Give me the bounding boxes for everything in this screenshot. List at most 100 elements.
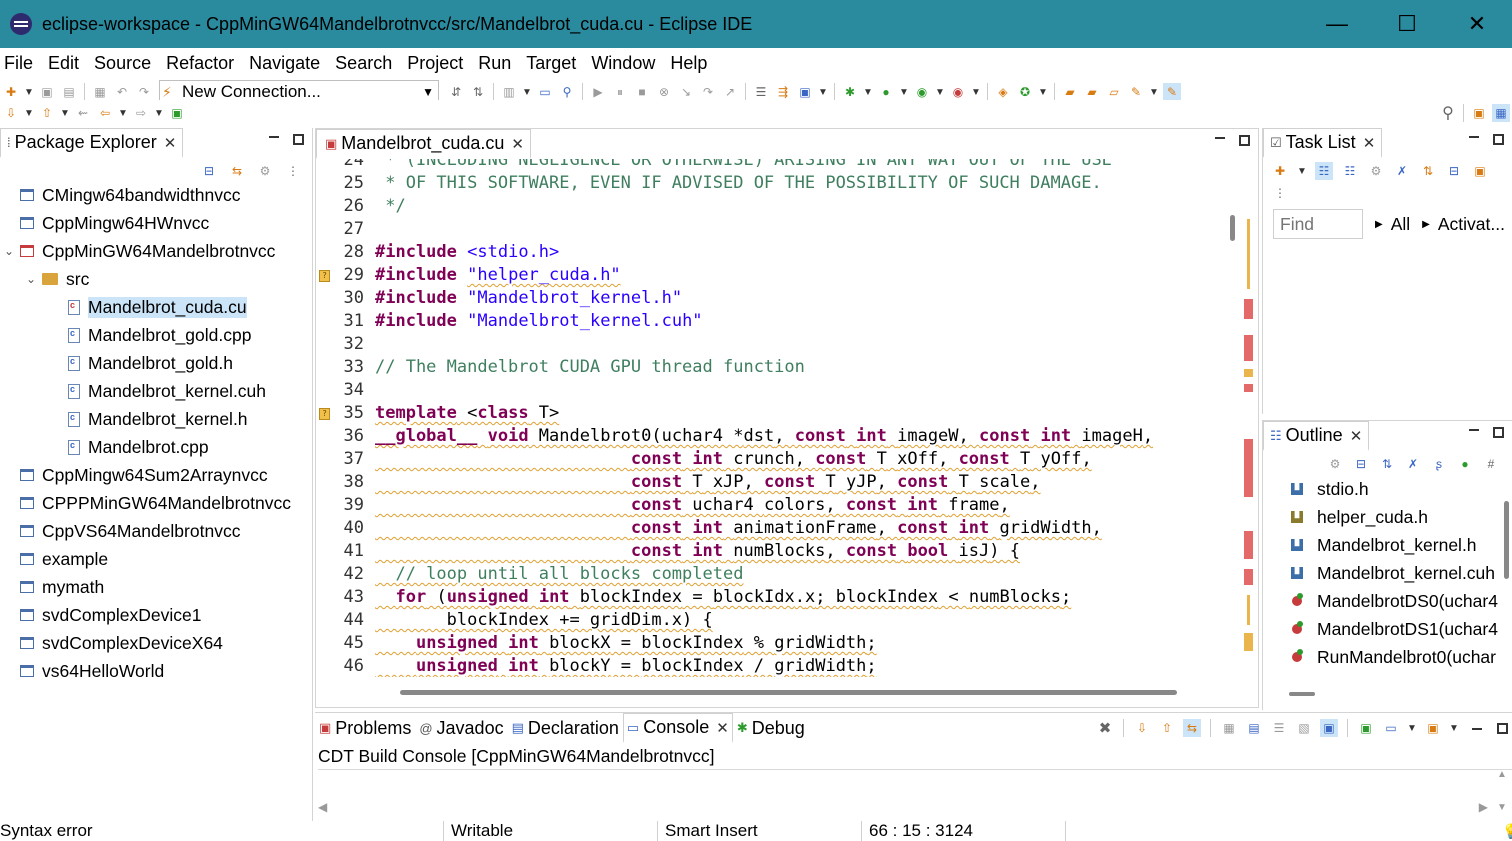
next-annotation-icon[interactable]: ⇩	[2, 104, 20, 122]
tree-item-file[interactable]: Mandelbrot_kernel.cuh	[68, 378, 266, 404]
outline-item-function[interactable]: RunMandelbrot0(uchar	[1291, 644, 1496, 670]
pencil-dropdown-icon[interactable]: ▼	[1149, 83, 1159, 101]
overview-ruler[interactable]	[1242, 159, 1256, 677]
status-insert-mode[interactable]: Smart Insert	[657, 821, 758, 841]
error-marker[interactable]	[1244, 384, 1253, 392]
sort-icon[interactable]: ⇅	[1378, 455, 1396, 473]
tree-item-project[interactable]: CMingw64bandwidthnvcc	[4, 182, 240, 208]
tree-item-file[interactable]: Mandelbrot.cpp	[68, 434, 209, 460]
menu-run[interactable]: Run	[474, 53, 522, 74]
link-editor-icon[interactable]: ⇆	[228, 162, 246, 180]
open-perspective-icon[interactable]: ▣	[1470, 104, 1488, 122]
prev-error-icon[interactable]: ⇧	[1158, 719, 1176, 737]
group-icon[interactable]: #	[1482, 455, 1500, 473]
tab-problems[interactable]: ▣ Problems	[315, 713, 415, 743]
open-type-icon[interactable]: ▰	[1083, 83, 1101, 101]
activate-link[interactable]: ▶ Activat...	[1422, 214, 1505, 235]
external-tools-icon[interactable]: ◉	[949, 83, 967, 101]
menu-edit[interactable]: Edit	[44, 53, 90, 74]
pin-console-icon[interactable]: ▧	[1295, 719, 1313, 737]
open-task-icon[interactable]: ▣	[1471, 162, 1489, 180]
error-marker[interactable]	[1244, 439, 1253, 497]
status-cursor-position[interactable]: 66 : 15 : 3124	[861, 821, 973, 841]
tab-mandelbrot-cuda[interactable]: ▣ Mandelbrot_cuda.cu ✕	[316, 129, 531, 159]
view-menu-icon[interactable]: ⋮	[1271, 184, 1289, 202]
maximize-button[interactable]: ☐	[1372, 0, 1442, 48]
close-button[interactable]: ✕	[1442, 0, 1512, 48]
tab-javadoc[interactable]: @ Javadoc	[415, 713, 507, 743]
word-wrap-icon[interactable]: ▤	[1245, 719, 1263, 737]
close-icon[interactable]: ✕	[164, 134, 177, 152]
minimize-icon[interactable]	[1469, 429, 1479, 432]
error-marker[interactable]	[1244, 531, 1253, 559]
step-return-icon[interactable]: ↗	[721, 83, 739, 101]
hide-non-public-icon[interactable]: ●	[1456, 455, 1474, 473]
minimize-icon[interactable]	[1215, 137, 1225, 140]
remote-dropdown-icon[interactable]: ▼	[522, 83, 532, 101]
chevron-down-icon[interactable]: ⌄	[4, 244, 20, 258]
scroll-left-icon[interactable]: ◀	[318, 800, 327, 814]
highlight-icon[interactable]: ✎	[1163, 83, 1181, 101]
menu-source[interactable]: Source	[90, 53, 162, 74]
tree-item-project[interactable]: CPPPMinGW64Mandelbrotnvcc	[4, 490, 291, 516]
undo-icon[interactable]: ↶	[113, 83, 131, 101]
outline-item-include[interactable]: Mandelbrot_kernel.h	[1291, 532, 1477, 558]
tree-item-file[interactable]: Mandelbrot_gold.h	[68, 350, 233, 376]
terminate-icon[interactable]: ■	[633, 83, 651, 101]
scroll-lock-icon[interactable]: ▦	[1220, 719, 1238, 737]
display-console-icon[interactable]: ▣	[1320, 719, 1338, 737]
tab-outline[interactable]: ☷ Outline ✕	[1263, 421, 1370, 451]
close-icon[interactable]: ✕	[1363, 134, 1376, 152]
window-icon[interactable]: ▣	[796, 83, 814, 101]
outline-item-include[interactable]: stdio.h	[1291, 476, 1369, 502]
tree-item-project[interactable]: svdComplexDeviceX64	[4, 630, 223, 656]
new-icon[interactable]: ✚	[2, 83, 20, 101]
maximize-icon[interactable]	[1239, 135, 1250, 146]
menu-help[interactable]: Help	[666, 53, 718, 74]
chevron-down-icon[interactable]: ▼	[422, 85, 434, 99]
window-dropdown-icon[interactable]: ▼	[818, 83, 828, 101]
pin-editor-icon[interactable]: ▣	[168, 104, 186, 122]
error-marker[interactable]	[1244, 569, 1253, 585]
maximize-icon[interactable]	[1493, 134, 1504, 145]
collapse-all-icon[interactable]: ⊟	[200, 162, 218, 180]
tree-item-file-selected[interactable]: Mandelbrot_cuda.cu	[68, 294, 247, 320]
maximize-icon[interactable]	[1497, 722, 1508, 734]
open-resource-icon[interactable]: ▱	[1105, 83, 1123, 101]
new-console-dropdown-icon[interactable]: ▼	[1449, 719, 1459, 737]
coverage-icon[interactable]: ◉	[913, 83, 931, 101]
tree-item-project[interactable]: CppMingw64HWnvcc	[4, 210, 209, 236]
hide-static-icon[interactable]: ʂ	[1430, 455, 1448, 473]
new-item-icon[interactable]: ✪	[1016, 83, 1034, 101]
run-dropdown-icon[interactable]: ▼	[899, 83, 909, 101]
tree-item-file[interactable]: Mandelbrot_kernel.h	[68, 406, 248, 432]
collapse-all-icon[interactable]: ⊟	[1352, 455, 1370, 473]
launch-config-icon[interactable]: ⇅	[469, 83, 487, 101]
menu-project[interactable]: Project	[403, 53, 474, 74]
lightbulb-icon[interactable]: 💡	[1494, 821, 1512, 841]
outline-item-function[interactable]: MandelbrotDS0(uchar4	[1291, 588, 1498, 614]
debug-dropdown-icon[interactable]: ▼	[863, 83, 873, 101]
new-class-icon[interactable]: ◈	[994, 83, 1012, 101]
console-horizontal-scrollbar[interactable]: ◀ ▶	[318, 799, 1488, 815]
list-icon[interactable]: ☰	[752, 83, 770, 101]
scroll-down-icon[interactable]: ▼	[1497, 802, 1507, 813]
close-icon[interactable]: ✕	[511, 135, 524, 153]
minimize-icon[interactable]	[1469, 136, 1479, 139]
open-folder-icon[interactable]: ▰	[1061, 83, 1079, 101]
new-dropdown-icon[interactable]: ▼	[24, 83, 34, 101]
next-error-icon[interactable]: ⇩	[1133, 719, 1151, 737]
minimize-icon[interactable]	[269, 136, 279, 139]
close-icon[interactable]: ✕	[1350, 427, 1363, 445]
build-icon[interactable]: ▦	[91, 83, 109, 101]
close-icon[interactable]: ✕	[716, 719, 729, 737]
error-marker[interactable]	[1244, 299, 1253, 319]
console-output[interactable]	[318, 769, 1512, 799]
warning-marker[interactable]	[1244, 633, 1253, 651]
forward-dropdown-icon[interactable]: ▼	[154, 104, 164, 122]
warning-marker[interactable]	[1244, 369, 1253, 377]
tab-task-list[interactable]: ☑ Task List ✕	[1263, 128, 1383, 158]
find-input[interactable]	[1273, 209, 1363, 239]
link-icon[interactable]: ⇆	[1183, 719, 1201, 737]
run-icon[interactable]: ●	[877, 83, 895, 101]
